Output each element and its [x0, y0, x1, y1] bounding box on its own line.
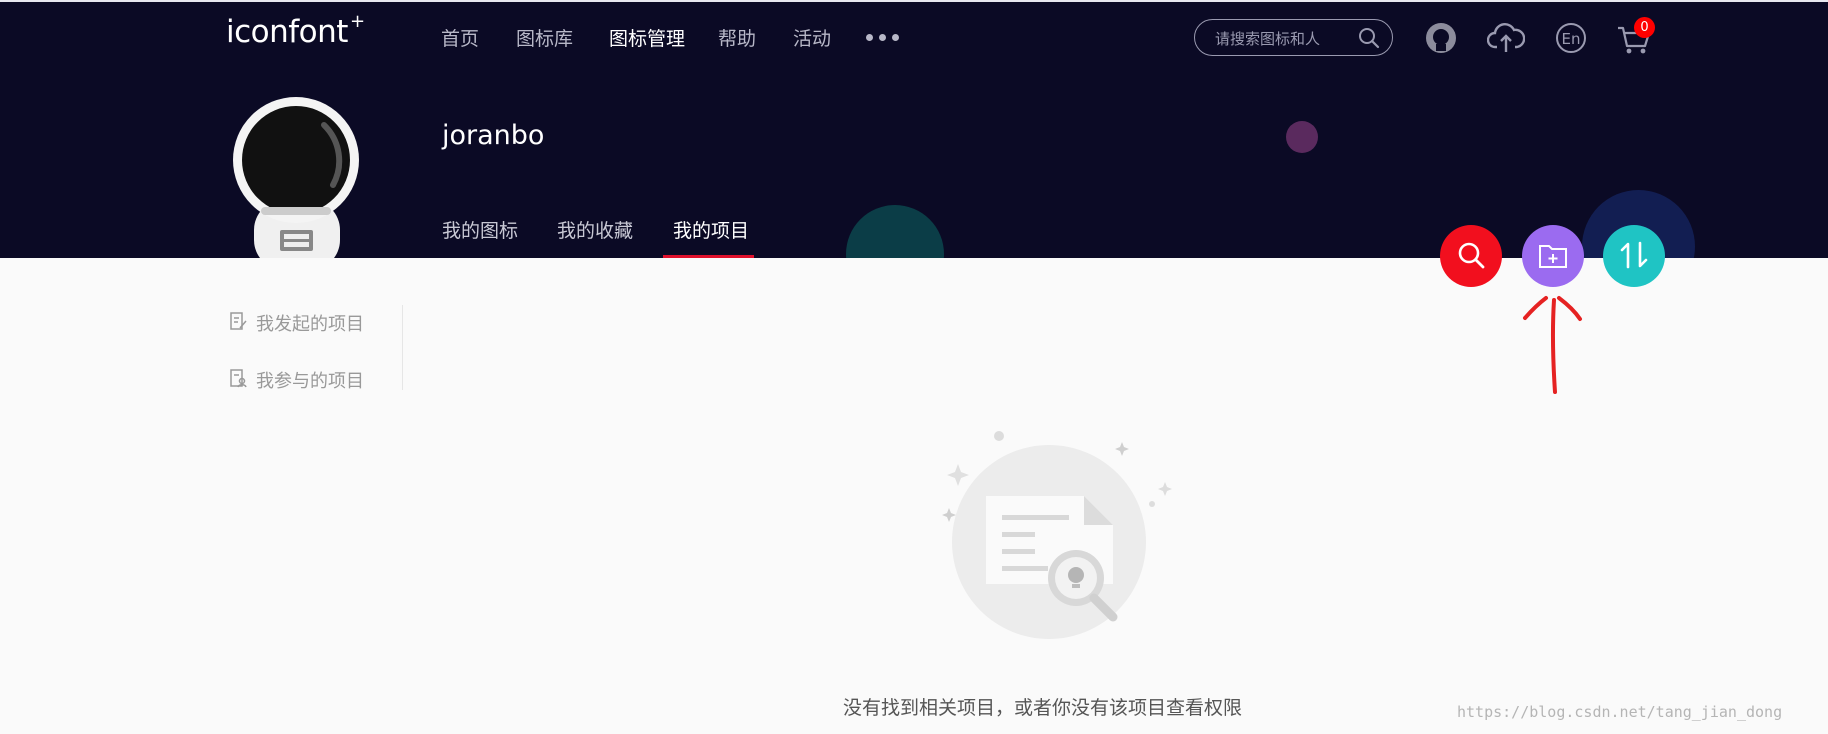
logo-text: iconfont — [226, 14, 348, 50]
tab-my-projects[interactable]: 我的项目 — [673, 216, 749, 243]
folder-add-icon — [1538, 241, 1568, 272]
red-arrow-annotation — [1515, 292, 1595, 398]
active-tab-underline — [663, 255, 754, 258]
tab-my-icons[interactable]: 我的图标 — [442, 216, 518, 243]
search-project-button[interactable] — [1440, 225, 1502, 287]
empty-state-illustration — [928, 428, 1178, 648]
avatar[interactable] — [229, 95, 364, 258]
language-label: En — [1562, 30, 1581, 48]
sort-button[interactable] — [1603, 225, 1665, 287]
top-border — [0, 0, 1828, 2]
search-icon[interactable] — [1358, 27, 1380, 53]
github-icon[interactable] — [1423, 20, 1459, 56]
nav-item-help[interactable]: 帮助 — [718, 24, 756, 51]
watermark: https://blog.csdn.net/tang_jian_dong — [1457, 703, 1783, 721]
search-icon — [1456, 240, 1486, 273]
cart-count-badge: 0 — [1634, 17, 1655, 38]
decor-circle-small — [1286, 121, 1318, 153]
nav-item-home[interactable]: 首页 — [441, 24, 479, 51]
more-dots-icon[interactable] — [866, 34, 899, 41]
search-placeholder: 请搜索图标和人 — [1215, 30, 1321, 48]
iconfont-logo[interactable]: iconfont + — [226, 10, 365, 50]
nav-item-icon-library[interactable]: 图标库 — [516, 24, 573, 51]
empty-state-message: 没有找到相关项目，或者你没有该项目查看权限 — [843, 697, 1243, 719]
logo-plus: + — [349, 10, 365, 32]
page: iconfont + 首页 图标库 图标管理 帮助 活动 请搜索图标和人 En 0 — [0, 0, 1828, 734]
tab-my-favorites[interactable]: 我的收藏 — [557, 216, 633, 243]
header-banner: iconfont + 首页 图标库 图标管理 帮助 活动 请搜索图标和人 En 0 — [0, 0, 1828, 258]
user-document-icon — [228, 368, 248, 393]
sort-icon — [1618, 240, 1650, 273]
sidebar-item-participated[interactable]: 我参与的项目 — [228, 367, 364, 393]
sidebar-item-label: 我发起的项目 — [256, 314, 364, 335]
sidebar-item-initiated[interactable]: 我发起的项目 — [228, 310, 364, 336]
language-en-icon[interactable]: En — [1553, 20, 1589, 56]
nav-item-activity[interactable]: 活动 — [793, 24, 831, 51]
search-box[interactable]: 请搜索图标和人 — [1194, 19, 1393, 56]
decor-circle-teal — [846, 205, 944, 258]
profile-username: joranbo — [442, 120, 545, 151]
edit-document-icon — [228, 311, 248, 336]
new-project-button[interactable] — [1522, 225, 1584, 287]
nav-item-icon-management[interactable]: 图标管理 — [609, 24, 685, 51]
sidebar-item-label: 我参与的项目 — [256, 371, 364, 392]
upload-cloud-icon[interactable] — [1486, 20, 1526, 56]
project-sidebar: 我发起的项目 我参与的项目 — [228, 305, 403, 393]
